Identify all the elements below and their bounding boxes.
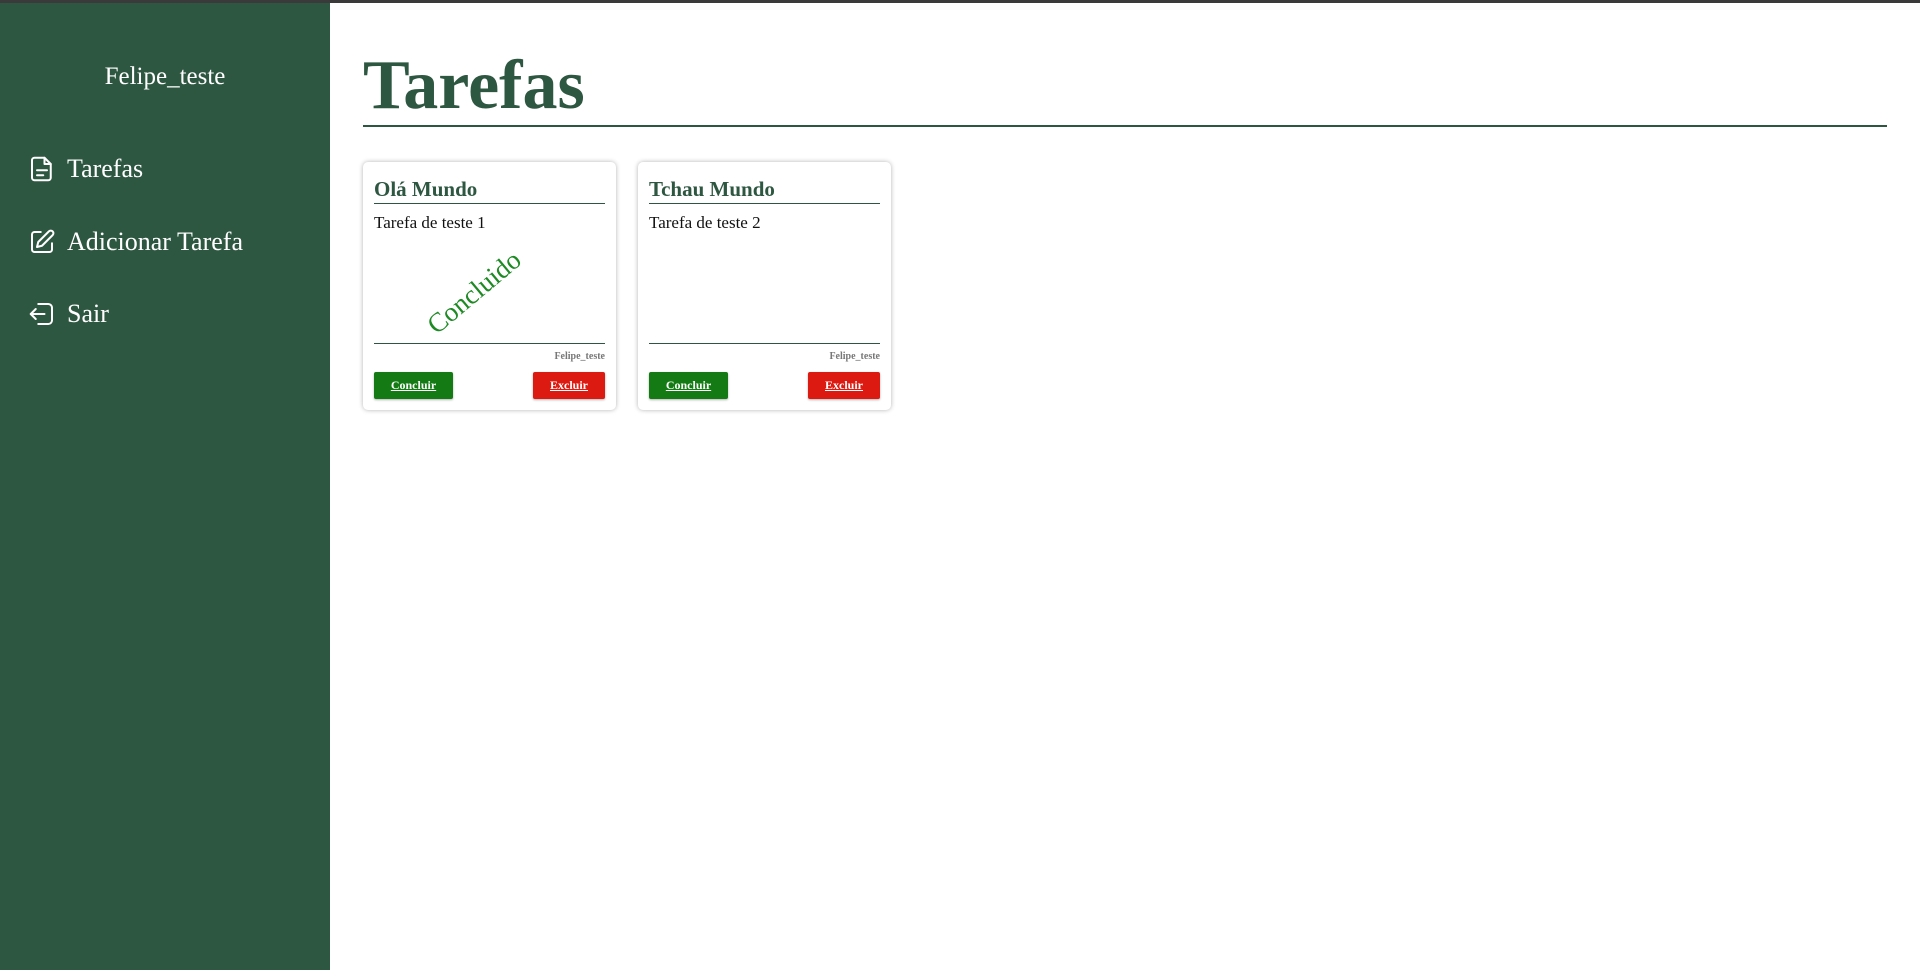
task-author: Felipe_teste xyxy=(554,351,605,362)
delete-button[interactable]: Excluir xyxy=(533,372,605,399)
card-divider xyxy=(374,343,605,344)
task-title: Olá Mundo xyxy=(374,177,605,204)
task-description: Tarefa de teste 1 xyxy=(374,213,486,232)
task-author: Felipe_teste xyxy=(829,351,880,362)
task-card: Olá Mundo Tarefa de teste 1 Concluido Fe… xyxy=(363,162,616,410)
task-card: Tchau Mundo Tarefa de teste 2 Felipe_tes… xyxy=(638,162,891,410)
sidebar-item-adicionar-tarefa[interactable]: Adicionar Tarefa xyxy=(27,227,243,257)
sidebar-item-sair[interactable]: Sair xyxy=(27,299,109,329)
sidebar-item-label: Tarefas xyxy=(67,154,144,183)
task-description: Tarefa de teste 2 xyxy=(649,213,761,232)
title-divider xyxy=(363,125,1887,127)
complete-button[interactable]: Concluir xyxy=(374,372,453,399)
user-name: Felipe_teste xyxy=(104,63,226,90)
task-list: Olá Mundo Tarefa de teste 1 Concluido Fe… xyxy=(363,162,913,410)
sidebar-item-label: Adicionar Tarefa xyxy=(67,227,243,256)
sidebar-item-tarefas[interactable]: Tarefas xyxy=(27,154,143,184)
task-completed-stamp: Concluido xyxy=(421,244,527,340)
card-divider xyxy=(649,343,880,344)
delete-button[interactable]: Excluir xyxy=(808,372,880,399)
task-title: Tchau Mundo xyxy=(649,177,880,204)
complete-button[interactable]: Concluir xyxy=(649,372,728,399)
sidebar-item-label: Sair xyxy=(67,299,109,328)
main-content: Tarefas Olá Mundo Tarefa de teste 1 Conc… xyxy=(363,3,1887,410)
edit-icon xyxy=(27,227,67,257)
document-icon xyxy=(27,154,67,184)
page-title: Tarefas xyxy=(363,47,585,124)
logout-icon xyxy=(27,299,67,329)
sidebar: Felipe_teste Tarefas Adicionar Tarefa Sa… xyxy=(0,3,330,970)
